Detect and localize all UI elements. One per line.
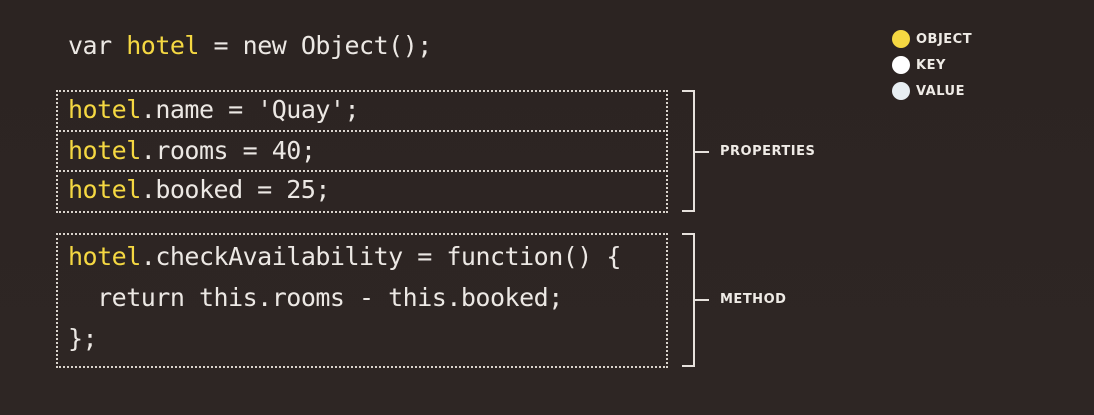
properties-label: PROPERTIES	[720, 144, 816, 159]
key-color-dot	[892, 56, 910, 74]
method-line-2: return this.rooms - this.booked;	[68, 283, 563, 312]
property-line-rooms: hotel.rooms = 40;	[68, 136, 316, 166]
method-line-1: hotel.checkAvailability = function() {	[68, 242, 621, 272]
object-name: hotel	[68, 136, 141, 165]
object-declaration-line: var hotel = new Object();	[68, 31, 432, 61]
property-line-booked: hotel.booked = 25;	[68, 175, 330, 205]
legend-label-value: VALUE	[916, 83, 965, 99]
property-line-name: hotel.name = 'Quay';	[68, 95, 360, 125]
object-name: hotel	[68, 175, 141, 204]
method-definition: .checkAvailability = function() {	[140, 242, 622, 271]
declaration-rest: = new Object();	[198, 31, 433, 60]
method-label: METHOD	[720, 292, 787, 307]
legend-item-object: OBJECT	[892, 30, 972, 48]
method-line-3: };	[68, 324, 98, 353]
object-name: hotel	[126, 31, 199, 60]
properties-bracket-tick	[695, 151, 709, 153]
property-rest: .name = 'Quay';	[140, 95, 360, 124]
object-color-dot	[892, 30, 910, 48]
object-name: hotel	[68, 242, 141, 271]
object-name: hotel	[68, 95, 141, 124]
properties-bracket	[682, 90, 695, 212]
legend-item-key: KEY	[892, 56, 946, 74]
method-bracket-tick	[695, 299, 709, 301]
legend-label-key: KEY	[916, 57, 946, 73]
property-rest: .rooms = 40;	[140, 136, 316, 165]
legend-label-object: OBJECT	[916, 31, 973, 47]
legend-item-value: VALUE	[892, 82, 965, 100]
value-color-dot	[892, 82, 910, 100]
var-keyword: var	[68, 31, 127, 60]
method-bracket	[682, 233, 695, 367]
property-rest: .booked = 25;	[140, 175, 331, 204]
